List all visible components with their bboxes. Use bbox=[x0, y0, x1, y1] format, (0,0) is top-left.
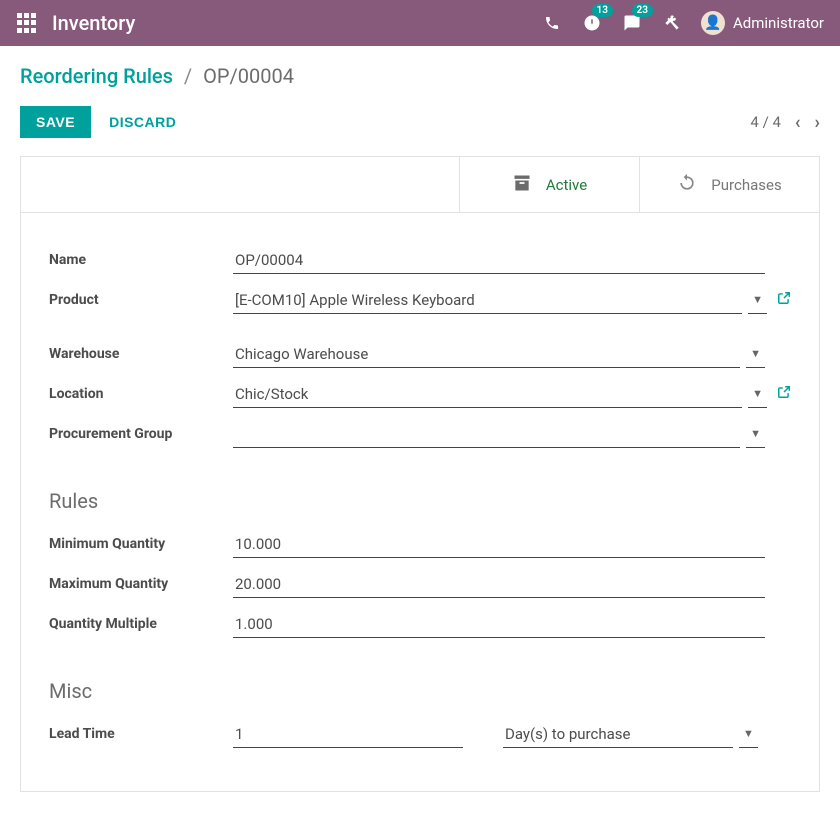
chevron-down-icon[interactable]: ▼ bbox=[739, 720, 758, 748]
row-qty-multiple: Quantity Multiple bbox=[49, 607, 791, 641]
topbar-right: 13 23 👤 Administrator bbox=[541, 12, 824, 34]
chevron-down-icon[interactable]: ▼ bbox=[748, 380, 767, 408]
procurement-group-input[interactable] bbox=[233, 421, 740, 448]
messages-icon[interactable]: 23 bbox=[621, 12, 643, 34]
row-warehouse: Warehouse ▼ bbox=[49, 337, 791, 371]
pager-text: 4 / 4 bbox=[750, 113, 781, 131]
min-qty-input[interactable] bbox=[233, 531, 765, 558]
pager: 4 / 4 ‹ › bbox=[750, 112, 820, 133]
location-external-link-icon[interactable] bbox=[777, 385, 791, 403]
location-label: Location bbox=[49, 386, 233, 402]
procurement-group-label: Procurement Group bbox=[49, 426, 233, 442]
breadcrumb-separator: / bbox=[184, 64, 192, 88]
stat-spacer bbox=[21, 157, 459, 212]
activities-icon[interactable]: 13 bbox=[581, 12, 603, 34]
row-max-qty: Maximum Quantity bbox=[49, 567, 791, 601]
active-toggle-button[interactable]: Active bbox=[459, 157, 639, 212]
topbar: Inventory 13 23 👤 Administrator bbox=[0, 0, 840, 46]
purchases-label: Purchases bbox=[711, 176, 781, 194]
breadcrumb-root[interactable]: Reordering Rules bbox=[20, 64, 173, 88]
app-title[interactable]: Inventory bbox=[52, 11, 135, 35]
misc-title: Misc bbox=[49, 679, 791, 703]
max-qty-input[interactable] bbox=[233, 571, 765, 598]
row-lead-time: Lead Time ▼ bbox=[49, 717, 791, 751]
product-label: Product bbox=[49, 292, 233, 308]
actions-row: SAVE DISCARD 4 / 4 ‹ › bbox=[0, 98, 840, 156]
purchases-button[interactable]: Purchases bbox=[639, 157, 819, 212]
pager-prev[interactable]: ‹ bbox=[795, 112, 801, 133]
form-body: Name Product ▼ Warehouse ▼ bbox=[21, 213, 819, 791]
pager-next[interactable]: › bbox=[815, 112, 820, 133]
lead-time-label: Lead Time bbox=[49, 726, 233, 742]
location-input[interactable] bbox=[233, 381, 742, 408]
avatar-icon: 👤 bbox=[701, 11, 725, 35]
row-location: Location ▼ bbox=[49, 377, 791, 411]
warehouse-input[interactable] bbox=[233, 341, 740, 368]
product-external-link-icon[interactable] bbox=[777, 291, 791, 309]
active-label: Active bbox=[546, 176, 587, 194]
phone-icon[interactable] bbox=[541, 12, 563, 34]
product-input[interactable] bbox=[233, 287, 742, 314]
apps-icon[interactable] bbox=[16, 12, 38, 34]
name-input[interactable] bbox=[233, 247, 765, 274]
tools-icon[interactable] bbox=[661, 12, 683, 34]
min-qty-label: Minimum Quantity bbox=[49, 536, 233, 552]
name-label: Name bbox=[49, 252, 233, 268]
user-label: Administrator bbox=[733, 14, 824, 32]
chevron-down-icon[interactable]: ▼ bbox=[746, 340, 765, 368]
max-qty-label: Maximum Quantity bbox=[49, 576, 233, 592]
lead-time-input[interactable] bbox=[233, 721, 463, 748]
row-product: Product ▼ bbox=[49, 283, 791, 317]
discard-button[interactable]: DISCARD bbox=[109, 114, 176, 130]
breadcrumb: Reordering Rules / OP/00004 bbox=[20, 64, 820, 88]
row-procurement-group: Procurement Group ▼ bbox=[49, 417, 791, 451]
breadcrumb-area: Reordering Rules / OP/00004 bbox=[0, 46, 840, 98]
chevron-down-icon[interactable]: ▼ bbox=[746, 420, 765, 448]
activities-badge: 13 bbox=[592, 4, 613, 17]
row-name: Name bbox=[49, 243, 791, 277]
stat-row: Active Purchases bbox=[21, 157, 819, 213]
form-sheet: Active Purchases Name Product ▼ bbox=[20, 156, 820, 792]
row-min-qty: Minimum Quantity bbox=[49, 527, 791, 561]
save-button[interactable]: SAVE bbox=[20, 106, 91, 138]
user-menu[interactable]: 👤 Administrator bbox=[701, 12, 824, 34]
refresh-icon bbox=[677, 173, 697, 197]
chevron-down-icon[interactable]: ▼ bbox=[748, 286, 767, 314]
breadcrumb-current: OP/00004 bbox=[203, 64, 294, 88]
archive-icon bbox=[512, 173, 532, 197]
warehouse-label: Warehouse bbox=[49, 346, 233, 362]
messages-badge: 23 bbox=[632, 4, 653, 17]
lead-time-unit-select[interactable] bbox=[503, 721, 733, 748]
rules-title: Rules bbox=[49, 489, 791, 513]
qty-multiple-label: Quantity Multiple bbox=[49, 616, 233, 632]
qty-multiple-input[interactable] bbox=[233, 611, 765, 638]
